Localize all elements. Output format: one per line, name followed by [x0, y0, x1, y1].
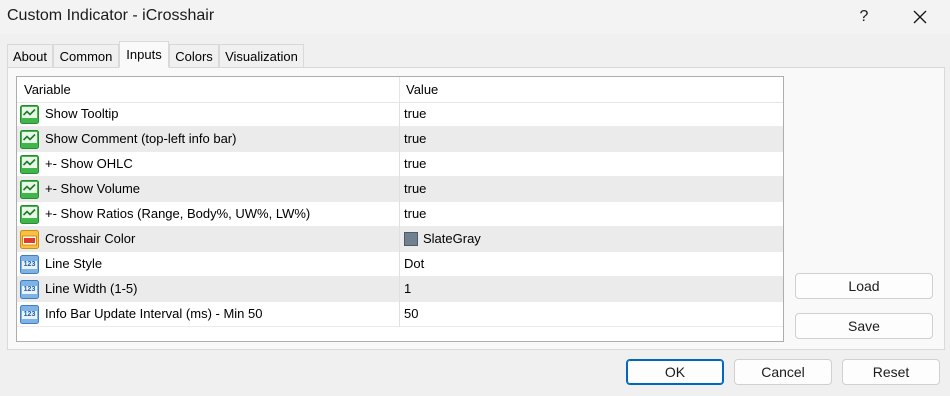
bool-icon: [20, 205, 39, 224]
int-icon-glyph: 123: [23, 261, 36, 268]
table-row[interactable]: 123 Line Width (1-5) 1: [17, 277, 783, 302]
column-divider[interactable]: [399, 77, 400, 102]
tab-visualization[interactable]: Visualization: [219, 44, 304, 67]
variable-value[interactable]: 1: [404, 277, 411, 301]
bool-icon: [20, 155, 39, 174]
variable-value[interactable]: true: [404, 202, 426, 226]
ok-button[interactable]: OK: [626, 359, 724, 385]
save-button[interactable]: Save: [795, 313, 933, 339]
cell-divider: [399, 127, 400, 152]
table-row[interactable]: +- Show OHLC true: [17, 152, 783, 177]
int-icon-glyph: 123: [23, 286, 36, 293]
variable-name: Line Style: [45, 256, 103, 271]
variable-value[interactable]: SlateGray: [423, 227, 481, 251]
variable-name: Show Tooltip: [45, 106, 119, 121]
cell-divider: [399, 252, 400, 277]
bool-icon: [20, 180, 39, 199]
inputs-grid: Variable Value Show Tooltip true Show Comm…: [16, 76, 784, 342]
cell-divider: [399, 277, 400, 302]
table-row[interactable]: 123 Line Style Dot: [17, 252, 783, 277]
cell-divider: [399, 202, 400, 227]
variable-value[interactable]: 50: [404, 302, 418, 326]
table-row[interactable]: Show Comment (top-left info bar) true: [17, 127, 783, 152]
bool-icon: [20, 105, 39, 124]
tab-common[interactable]: Common: [53, 44, 119, 67]
cell-divider: [399, 177, 400, 202]
tab-about[interactable]: About: [7, 44, 53, 67]
column-header-variable[interactable]: Variable: [24, 77, 71, 102]
color-swatch[interactable]: [404, 232, 418, 246]
tab-colors[interactable]: Colors: [169, 44, 219, 67]
cell-divider: [399, 302, 400, 327]
int-icon: 123: [20, 305, 39, 324]
cell-divider: [399, 227, 400, 252]
int-icon: 123: [20, 280, 39, 299]
cancel-button[interactable]: Cancel: [734, 359, 832, 385]
variable-value[interactable]: Dot: [404, 252, 424, 276]
table-row[interactable]: 123 Info Bar Update Interval (ms) - Min 5…: [17, 302, 783, 327]
grid-header: Variable Value: [17, 77, 783, 103]
variable-value[interactable]: true: [404, 102, 426, 126]
window-title: Custom Indicator - iCrosshair: [7, 7, 215, 24]
column-header-value[interactable]: Value: [406, 77, 438, 102]
close-button[interactable]: [902, 4, 938, 30]
reset-button[interactable]: Reset: [842, 359, 940, 385]
variable-value[interactable]: true: [404, 152, 426, 176]
table-row[interactable]: +- Show Ratios (Range, Body%, UW%, LW%) t…: [17, 202, 783, 227]
load-button[interactable]: Load: [795, 273, 933, 299]
table-row[interactable]: Crosshair Color SlateGray: [17, 227, 783, 252]
cell-divider: [399, 102, 400, 127]
variable-name: Crosshair Color: [45, 231, 136, 246]
int-icon-glyph: 123: [23, 311, 36, 318]
cell-divider: [399, 152, 400, 177]
variable-value[interactable]: true: [404, 177, 426, 201]
title-bar: Custom Indicator - iCrosshair ?: [0, 0, 950, 34]
variable-name: +- Show OHLC: [45, 156, 133, 171]
table-row[interactable]: +- Show Volume true: [17, 177, 783, 202]
variable-value[interactable]: true: [404, 127, 426, 151]
close-icon: [913, 10, 927, 24]
table-row[interactable]: Show Tooltip true: [17, 102, 783, 127]
bool-icon: [20, 130, 39, 149]
variable-name: Info Bar Update Interval (ms) - Min 50: [45, 306, 263, 321]
help-button[interactable]: ?: [846, 4, 882, 30]
variable-name: Show Comment (top-left info bar): [45, 131, 237, 146]
variable-name: Line Width (1-5): [45, 281, 138, 296]
variable-name: +- Show Volume: [45, 181, 141, 196]
tab-inputs[interactable]: Inputs: [119, 41, 169, 68]
color-icon: [20, 230, 39, 249]
int-icon: 123: [20, 255, 39, 274]
variable-name: +- Show Ratios (Range, Body%, UW%, LW%): [45, 206, 311, 221]
